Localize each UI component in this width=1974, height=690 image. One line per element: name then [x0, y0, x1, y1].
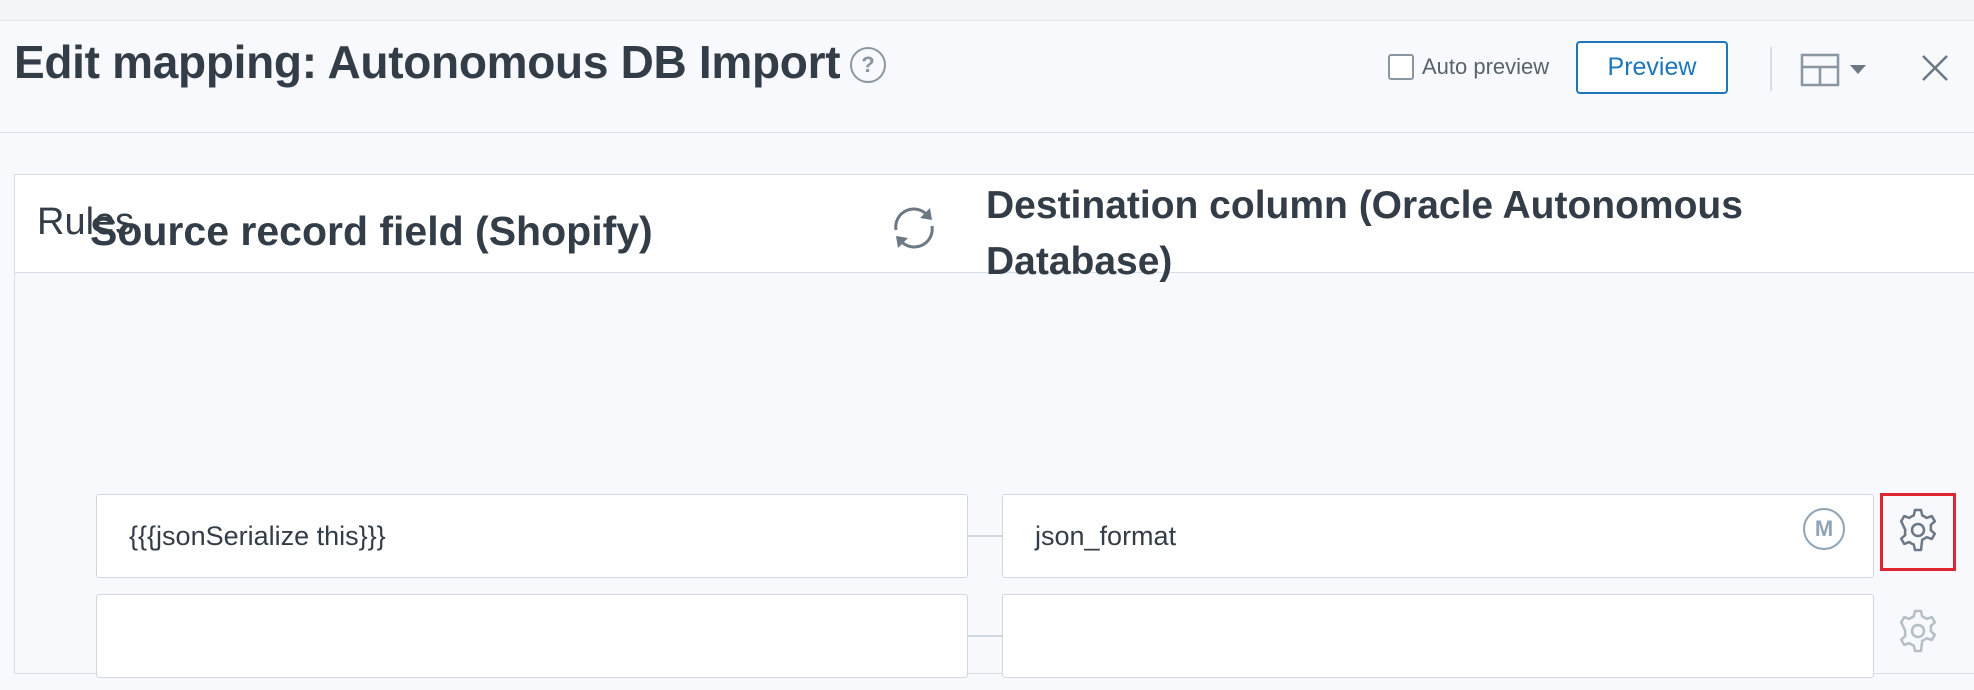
source-field-input[interactable]: {{{jsonSerialize this}}}: [96, 494, 968, 578]
row-settings-button[interactable]: [1894, 607, 1942, 655]
mapping-badge: M: [1803, 508, 1845, 550]
destination-column-input[interactable]: json_format: [1002, 494, 1874, 578]
preview-button[interactable]: Preview: [1576, 41, 1728, 94]
row-settings-button[interactable]: [1894, 506, 1942, 554]
page-title: Edit mapping: Autonomous DB Import: [14, 36, 841, 88]
gear-icon: [1899, 609, 1937, 653]
close-button[interactable]: [1918, 51, 1952, 85]
destination-column-header: Destination column (Oracle Autonomous Da…: [986, 184, 1743, 283]
close-icon: [1922, 55, 1948, 81]
layout-toggle-button[interactable]: [1800, 51, 1876, 91]
destination-column-input[interactable]: [1002, 594, 1874, 678]
row-connector: [968, 535, 1002, 537]
layout-toggle-icon: [1800, 53, 1866, 87]
auto-preview-toggle[interactable]: Auto preview: [1388, 53, 1549, 81]
gear-icon: [1899, 508, 1937, 552]
chevron-down-icon: [1850, 65, 1866, 74]
sync-icon: [894, 207, 934, 249]
source-column-header: Source record field (Shopify): [90, 208, 653, 254]
auto-preview-label: Auto preview: [1422, 54, 1550, 79]
auto-preview-checkbox[interactable]: [1388, 54, 1414, 80]
help-icon[interactable]: ?: [850, 47, 886, 83]
source-field-input[interactable]: [96, 594, 968, 678]
sync-button[interactable]: [886, 200, 942, 256]
header-divider: [1770, 47, 1772, 91]
row-connector: [968, 635, 1002, 637]
panel-header: Edit mapping: Autonomous DB Import ? Aut…: [0, 21, 1974, 133]
